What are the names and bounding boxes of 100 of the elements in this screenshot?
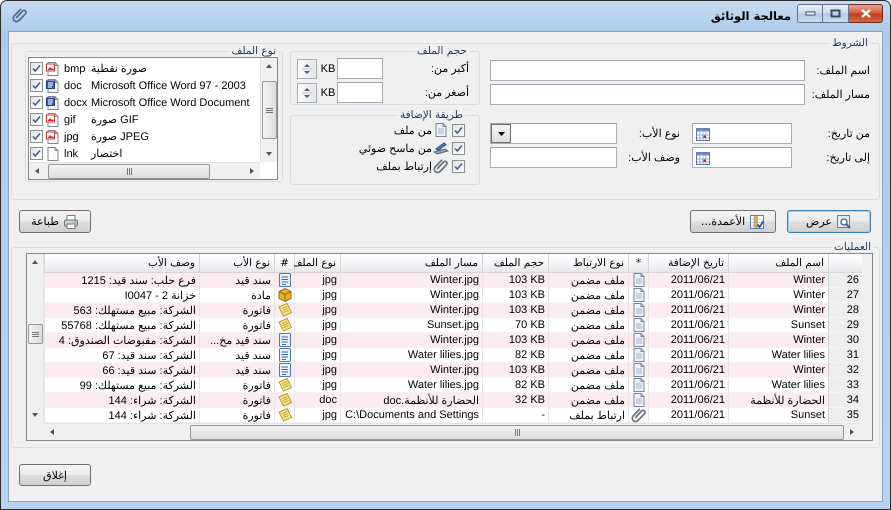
text-field[interactable] <box>490 84 805 105</box>
row-number: 33 <box>828 378 862 393</box>
column-header[interactable]: مسار الملف <box>340 254 482 273</box>
checkbox[interactable] <box>30 96 43 109</box>
checkbox[interactable] <box>30 79 43 92</box>
column-header[interactable]: اسم الملف <box>728 254 828 273</box>
checkbox[interactable] <box>30 147 43 160</box>
table-cell: Winter.jpg <box>340 333 482 348</box>
table-cell: 103 KB <box>482 303 548 318</box>
date-field[interactable] <box>692 147 792 168</box>
table-cell: jpg <box>294 348 340 363</box>
table-cell: الشركة: مبيع مستهلك: 563 <box>44 303 199 318</box>
image-file-icon <box>45 60 61 76</box>
file-extension: gif <box>64 114 77 126</box>
text-field[interactable] <box>490 147 617 168</box>
column-header[interactable]: نوع الأب <box>199 254 274 273</box>
text-field[interactable] <box>337 82 383 103</box>
table-cell: Sunset <box>728 318 828 333</box>
spin-button[interactable] <box>297 82 317 102</box>
file-extension: bmp <box>64 62 86 74</box>
table-cell: سند قيد مخ... <box>199 333 274 348</box>
minimize-button[interactable] <box>797 4 823 22</box>
column-header[interactable]: نوع الملف <box>294 254 340 273</box>
table-cell: jpg <box>294 378 340 393</box>
close-icon <box>860 8 872 18</box>
table-cell: 82 KB <box>482 348 548 363</box>
column-header[interactable]: # <box>274 254 294 273</box>
checkbox[interactable] <box>30 62 43 75</box>
checkbox[interactable] <box>452 142 465 154</box>
dropdown-field[interactable] <box>490 123 617 144</box>
vertical-scrollbar[interactable] <box>27 254 44 423</box>
close-button[interactable] <box>849 4 883 22</box>
close-button[interactable]: إغلاق <box>19 464 91 486</box>
table-cell: ملف مضمن <box>548 303 628 318</box>
file-type-name: صورة JPEG <box>91 130 149 143</box>
table-cell: jpg <box>294 288 340 303</box>
spin-button[interactable] <box>297 58 317 78</box>
table-cell: ارتباط بملف <box>548 408 628 423</box>
column-header[interactable]: * <box>628 254 648 273</box>
table-cell: الحضارة للأنظمة.doc <box>340 393 482 408</box>
unit-label: KB <box>320 62 336 74</box>
field-label: إلى تاريخ: <box>825 151 870 164</box>
table-cell: 103 KB <box>482 333 548 348</box>
file-extension: jpg <box>64 130 80 142</box>
horizontal-scrollbar[interactable] <box>29 162 260 179</box>
field-label: نوع الأب: <box>638 127 681 140</box>
table-cell: Water lilies <box>728 348 828 363</box>
table-cell: سند قيد <box>199 273 274 288</box>
table-cell: Winter <box>728 363 828 378</box>
scanner-icon <box>433 140 449 156</box>
table-cell: - <box>482 408 548 423</box>
column-header[interactable]: نوع الارتباط <box>548 254 628 273</box>
printer-icon <box>62 214 79 230</box>
image-file-icon <box>45 128 61 144</box>
text-field[interactable] <box>337 58 383 79</box>
columns-button[interactable]: الأعمدة... <box>690 210 776 233</box>
print-button[interactable]: طباعة <box>19 210 91 233</box>
table-cell: الشركة: مبيع مستهلك: 55768 <box>44 318 199 333</box>
checkbox[interactable] <box>452 160 465 172</box>
table-cell: 2011/06/21 <box>648 318 728 333</box>
vertical-scrollbar[interactable] <box>260 58 277 162</box>
field-label: مسار الملف: <box>810 88 870 101</box>
row-number: 30 <box>828 333 862 348</box>
group-title: نوع الملف <box>230 45 277 57</box>
table-cell: jpg <box>294 363 340 378</box>
table-cell: Winter <box>728 273 828 288</box>
column-header[interactable]: وصف الأب <box>44 254 199 273</box>
column-header[interactable]: حجم الملف <box>482 254 548 273</box>
calendar-icon <box>695 150 711 166</box>
file-icon <box>433 122 449 138</box>
maximize-button[interactable] <box>823 4 849 22</box>
table-cell: Winter.jpg <box>340 273 482 288</box>
text-field[interactable] <box>490 60 805 81</box>
file-type-name: صورة نقطية <box>91 62 148 75</box>
word-file-icon <box>45 78 61 94</box>
field-label: من تاريخ: <box>826 127 870 140</box>
spin-arrows-icon <box>302 86 312 100</box>
table-cell: 2011/06/21 <box>648 333 728 348</box>
view-button[interactable]: عرض <box>787 210 871 233</box>
table-cell: ملف مضمن <box>548 288 628 303</box>
table-cell: الشركة: مقبوضات الصندوق: 4 <box>44 333 199 348</box>
table-cell: 2011/06/21 <box>648 363 728 378</box>
checkbox[interactable] <box>30 130 43 143</box>
table-cell: Winter <box>728 288 828 303</box>
date-field[interactable] <box>692 123 792 144</box>
row-number: 32 <box>828 363 862 378</box>
table-cell: فاتورة <box>199 318 274 333</box>
table-cell: الشركة: شراء: 144 <box>44 408 199 423</box>
table-cell: I0047 - خزانة 2 <box>44 288 199 303</box>
checkbox[interactable] <box>452 124 465 136</box>
table-cell: jpg <box>294 333 340 348</box>
file-type-name: Microsoft Office Word 97 - 2003 <box>91 80 246 92</box>
dropdown-button[interactable] <box>491 124 511 143</box>
row-number: 29 <box>828 318 862 333</box>
column-header[interactable]: تاريخ الإضافة <box>648 254 728 273</box>
option-label: من ماسح ضوئي <box>358 142 432 154</box>
table-cell: Winter <box>728 303 828 318</box>
table-cell: فرع حلب: سند قيد: 1215 <box>44 273 199 288</box>
checkbox[interactable] <box>30 113 43 126</box>
table-cell: 2011/06/21 <box>648 348 728 363</box>
